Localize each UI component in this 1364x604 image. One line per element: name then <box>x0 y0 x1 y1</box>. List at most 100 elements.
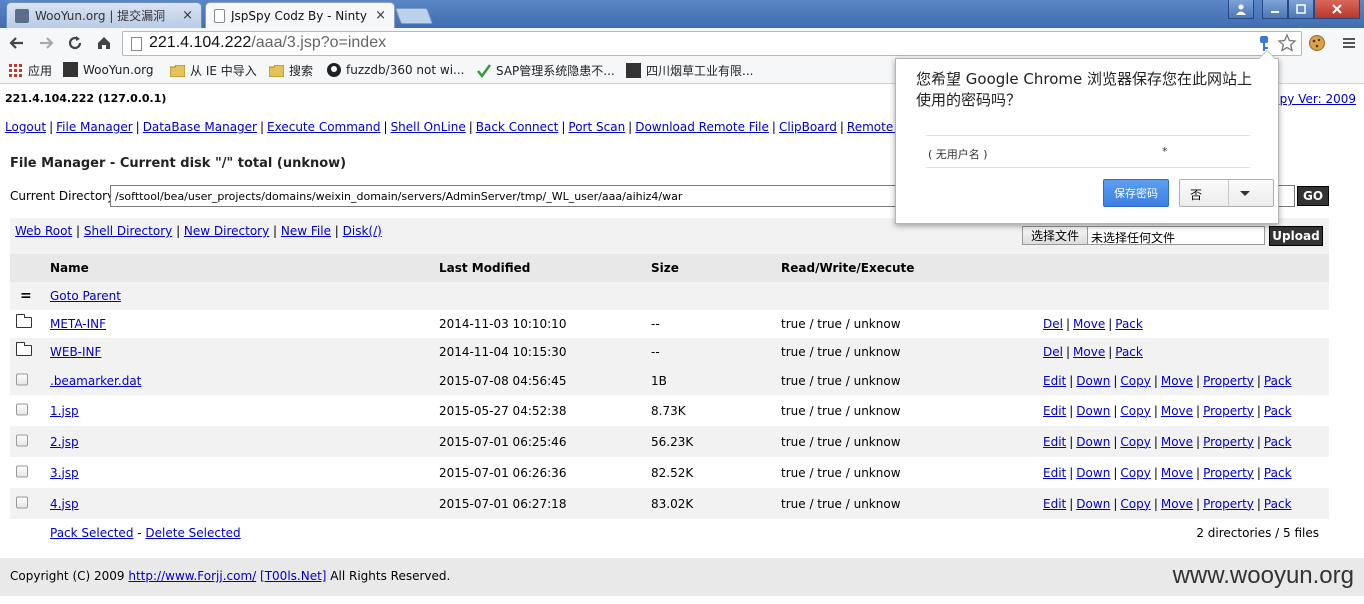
bookmark-star-icon[interactable] <box>1277 33 1297 56</box>
tab-wooyun[interactable]: WooYun.org | 提交漏洞 × <box>6 2 202 28</box>
row-checkbox[interactable] <box>16 434 28 449</box>
home-icon[interactable] <box>93 32 115 54</box>
file-name-link[interactable]: 3.jsp <box>50 466 79 480</box>
goto-parent-link[interactable]: Goto Parent <box>50 289 121 303</box>
file-action-property[interactable]: Property <box>1203 466 1254 480</box>
file-action-move[interactable]: Move <box>1161 497 1193 511</box>
file-action-move[interactable]: Move <box>1161 466 1193 480</box>
row-checkbox[interactable] <box>16 403 28 418</box>
chrome-menu-icon[interactable] <box>1338 32 1360 54</box>
file-action-property[interactable]: Property <box>1203 374 1254 388</box>
dir-action-move[interactable]: Move <box>1073 317 1105 331</box>
file-action-pack[interactable]: Pack <box>1264 466 1292 480</box>
file-name-link[interactable]: 4.jsp <box>50 497 79 511</box>
tab-jspspy[interactable]: JspSpy Codz By - Ninty × <box>205 2 395 28</box>
file-name-link[interactable]: .beamarker.dat <box>50 374 141 388</box>
address-bar[interactable]: 221.4.104.222/aaa/3.jsp?o=index <box>122 31 1302 56</box>
menu-logout[interactable]: Logout <box>5 120 46 134</box>
bookmark-wooyun[interactable]: WooYun.org <box>63 62 154 77</box>
choose-file-button[interactable]: 选择文件 <box>1022 226 1088 245</box>
size-cell: 82.52K <box>651 465 694 480</box>
footer-link-t00ls[interactable]: [T00ls.Net] <box>260 569 326 583</box>
file-action-pack[interactable]: Pack <box>1264 435 1292 449</box>
file-action-down[interactable]: Down <box>1076 435 1110 449</box>
row-checkbox[interactable] <box>16 496 28 511</box>
dir-name-link[interactable]: WEB-INF <box>50 345 101 359</box>
tab-close-icon[interactable]: × <box>182 8 193 23</box>
row-checkbox[interactable] <box>16 373 28 388</box>
file-action-down[interactable]: Down <box>1076 404 1110 418</box>
dir-action-del[interactable]: Del <box>1043 317 1063 331</box>
shell-directory-link[interactable]: Shell Directory <box>84 224 172 238</box>
file-action-copy[interactable]: Copy <box>1120 404 1150 418</box>
user-profile-icon[interactable] <box>1228 0 1254 19</box>
version-link[interactable]: Spy Ver: 2009 <box>1272 92 1356 106</box>
disk-link[interactable]: Disk(/) <box>343 224 382 238</box>
go-button[interactable]: GO <box>1297 186 1329 206</box>
file-action-edit[interactable]: Edit <box>1043 404 1066 418</box>
never-save-button[interactable]: 否 <box>1179 179 1274 207</box>
file-action-property[interactable]: Property <box>1203 404 1254 418</box>
new-tab-button[interactable] <box>395 8 433 24</box>
menu-clipboard[interactable]: ClipBoard <box>779 120 837 134</box>
file-action-property[interactable]: Property <box>1203 497 1254 511</box>
pack-selected-link[interactable]: Pack Selected <box>50 526 133 540</box>
new-directory-link[interactable]: New Directory <box>184 224 269 238</box>
file-action-down[interactable]: Down <box>1076 497 1110 511</box>
file-action-copy[interactable]: Copy <box>1120 466 1150 480</box>
file-action-move[interactable]: Move <box>1161 435 1193 449</box>
bookmark-sap[interactable]: SAP管理系统隐患不... <box>476 62 615 79</box>
url-text[interactable]: 221.4.104.222/aaa/3.jsp?o=index <box>149 34 386 52</box>
file-action-pack[interactable]: Pack <box>1264 404 1292 418</box>
dir-name-link[interactable]: META-INF <box>50 317 106 331</box>
file-action-down[interactable]: Down <box>1076 374 1110 388</box>
delete-selected-link[interactable]: Delete Selected <box>145 526 240 540</box>
file-action-copy[interactable]: Copy <box>1120 374 1150 388</box>
dir-action-pack[interactable]: Pack <box>1115 345 1143 359</box>
web-root-link[interactable]: Web Root <box>15 224 72 238</box>
file-action-down[interactable]: Down <box>1076 466 1110 480</box>
upload-button[interactable]: Upload <box>1269 226 1323 246</box>
new-file-link[interactable]: New File <box>281 224 331 238</box>
forward-icon[interactable] <box>35 32 57 54</box>
file-action-edit[interactable]: Edit <box>1043 497 1066 511</box>
footer-link-forjj[interactable]: http://www.Forjj.com/ <box>128 569 256 583</box>
bookmark-apps[interactable]: 应用 <box>8 62 52 79</box>
bookmark-fuzzdb[interactable]: fuzzdb/360 not wi... <box>326 62 464 77</box>
dir-action-pack[interactable]: Pack <box>1115 317 1143 331</box>
file-name-link[interactable]: 1.jsp <box>50 404 79 418</box>
file-action-move[interactable]: Move <box>1161 374 1193 388</box>
menu-database-manager[interactable]: DataBase Manager <box>143 120 257 134</box>
file-action-pack[interactable]: Pack <box>1264 374 1292 388</box>
menu-execute-command[interactable]: Execute Command <box>267 120 380 134</box>
reload-icon[interactable] <box>64 32 86 54</box>
save-password-button[interactable]: 保存密码 <box>1103 179 1169 207</box>
file-name-link[interactable]: 2.jsp <box>50 435 79 449</box>
row-checkbox[interactable] <box>16 465 28 480</box>
file-action-edit[interactable]: Edit <box>1043 466 1066 480</box>
file-action-move[interactable]: Move <box>1161 404 1193 418</box>
file-action-copy[interactable]: Copy <box>1120 435 1150 449</box>
minimize-icon[interactable] <box>1262 0 1288 19</box>
dir-action-move[interactable]: Move <box>1073 345 1105 359</box>
maximize-icon[interactable] <box>1288 0 1314 19</box>
menu-port-scan[interactable]: Port Scan <box>568 120 625 134</box>
file-action-edit[interactable]: Edit <box>1043 435 1066 449</box>
menu-file-manager[interactable]: File Manager <box>56 120 133 134</box>
menu-shell-online[interactable]: Shell OnLine <box>391 120 466 134</box>
bookmark-ie-import[interactable]: 从 IE 中导入 <box>170 62 257 79</box>
file-action-edit[interactable]: Edit <box>1043 374 1066 388</box>
bookmark-search[interactable]: 搜索 <box>269 62 313 79</box>
menu-back-connect[interactable]: Back Connect <box>476 120 559 134</box>
back-icon[interactable] <box>6 32 28 54</box>
tab-close-icon[interactable]: × <box>375 8 386 23</box>
file-action-copy[interactable]: Copy <box>1120 497 1150 511</box>
menu-download-remote-file[interactable]: Download Remote File <box>635 120 769 134</box>
bookmark-sichuan[interactable]: 四川烟草工业有限... <box>626 62 753 79</box>
file-action-pack[interactable]: Pack <box>1264 497 1292 511</box>
chevron-down-icon[interactable] <box>1240 191 1250 196</box>
extension-cookie-icon[interactable] <box>1306 32 1328 54</box>
dir-action-del[interactable]: Del <box>1043 345 1063 359</box>
file-action-property[interactable]: Property <box>1203 435 1254 449</box>
close-window-icon[interactable] <box>1314 0 1360 19</box>
